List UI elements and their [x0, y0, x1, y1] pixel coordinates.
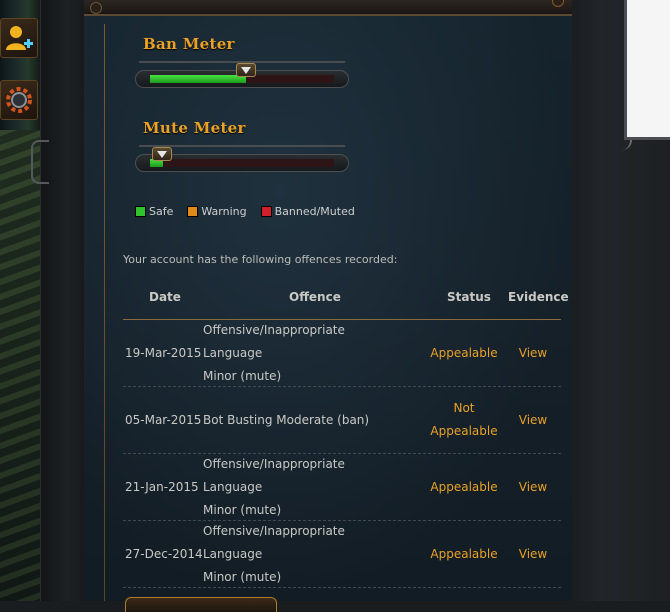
status-line: Not	[453, 401, 475, 415]
view-evidence-link[interactable]: View	[513, 387, 553, 453]
offence-line: Offensive/Inappropriate Language	[203, 322, 345, 360]
offence-status: Appealable	[423, 454, 505, 520]
offence-line: Minor (mute)	[203, 368, 282, 383]
offences-table: Date Offence Status Evidence 19-Mar-2015…	[123, 284, 569, 588]
main-panel: Ban Meter Mute Meter Safe Warning Banned…	[84, 16, 572, 612]
table-row: 05-Mar-2015 Bot Busting Moderate (ban) N…	[123, 387, 561, 454]
meter-bar	[150, 159, 334, 167]
offence-status: Appealable	[423, 320, 505, 386]
legend-label: Banned/Muted	[274, 205, 355, 218]
offence-status: Not Appealable	[423, 387, 505, 453]
offence-date: 27-Dec-2014	[125, 547, 203, 561]
meter-legend: Safe Warning Banned/Muted	[135, 205, 355, 218]
column-header-status: Status	[447, 290, 491, 304]
add-friend-button[interactable]	[0, 18, 38, 58]
offence-date: 19-Mar-2015	[125, 346, 202, 360]
meter-fill	[150, 75, 246, 83]
table-row: 21-Jan-2015 Offensive/Inappropriate Lang…	[123, 454, 561, 521]
offence-description: Bot Busting Moderate (ban)	[203, 387, 403, 453]
legend-swatch	[135, 206, 146, 217]
left-background-strip	[0, 0, 40, 601]
offence-date: 21-Jan-2015	[125, 480, 199, 494]
offence-description: Offensive/Inappropriate Language Minor (m…	[203, 521, 403, 587]
meter-marker	[152, 147, 173, 161]
view-evidence-link[interactable]: View	[513, 320, 553, 386]
settings-cog-icon	[6, 87, 32, 113]
offence-line: Minor (mute)	[203, 502, 282, 517]
frame-rivet	[552, 0, 564, 7]
legend-banned-muted: Banned/Muted	[260, 205, 355, 218]
offence-line: Offensive/Inappropriate Language	[203, 523, 345, 561]
settings-button[interactable]	[0, 80, 38, 120]
legend-label: Safe	[149, 205, 174, 218]
column-header-evidence: Evidence	[508, 290, 569, 304]
ban-meter	[135, 61, 349, 89]
offence-line: Bot Busting Moderate (ban)	[203, 412, 370, 427]
legend-swatch	[187, 206, 199, 217]
mute-meter	[135, 145, 349, 173]
column-header-date: Date	[149, 290, 181, 304]
status-line: Appealable	[430, 424, 498, 438]
legend-swatch	[260, 206, 272, 217]
legend-safe: Safe	[135, 205, 173, 218]
vertical-divider	[104, 24, 105, 601]
frame-rivet	[90, 2, 102, 14]
bottom-action-button[interactable]	[125, 597, 277, 612]
view-evidence-link[interactable]: View	[513, 454, 553, 520]
frame-ornament	[31, 140, 49, 184]
status-line: Appealable	[430, 345, 498, 360]
offence-status: Appealable	[423, 521, 505, 587]
left-frame	[31, 0, 85, 601]
top-frame-bar	[84, 0, 580, 16]
view-evidence-link[interactable]: View	[513, 521, 553, 587]
column-header-offence: Offence	[289, 290, 341, 304]
offence-line: Minor (mute)	[203, 569, 282, 584]
right-frame	[572, 0, 670, 601]
table-row: 27-Dec-2014 Offensive/Inappropriate Lang…	[123, 521, 561, 588]
table-header: Date Offence Status Evidence	[123, 284, 569, 320]
offence-description: Offensive/Inappropriate Language Minor (m…	[203, 320, 403, 386]
offences-intro: Your account has the following offences …	[123, 253, 398, 266]
ban-meter-title: Ban Meter	[143, 35, 235, 53]
status-line: Appealable	[430, 479, 498, 494]
right-content-panel	[624, 0, 670, 140]
add-friend-icon	[6, 26, 33, 50]
mute-meter-title: Mute Meter	[143, 119, 246, 137]
status-line: Appealable	[430, 546, 498, 561]
legend-warning: Warning	[187, 205, 247, 218]
meter-marker	[235, 63, 256, 77]
table-row: 19-Mar-2015 Offensive/Inappropriate Lang…	[123, 320, 561, 387]
offence-description: Offensive/Inappropriate Language Minor (m…	[203, 454, 403, 520]
offence-date: 05-Mar-2015	[125, 413, 202, 427]
forest-texture	[0, 130, 40, 601]
legend-label: Warning	[201, 205, 247, 218]
offence-line: Offensive/Inappropriate Language	[203, 456, 345, 494]
